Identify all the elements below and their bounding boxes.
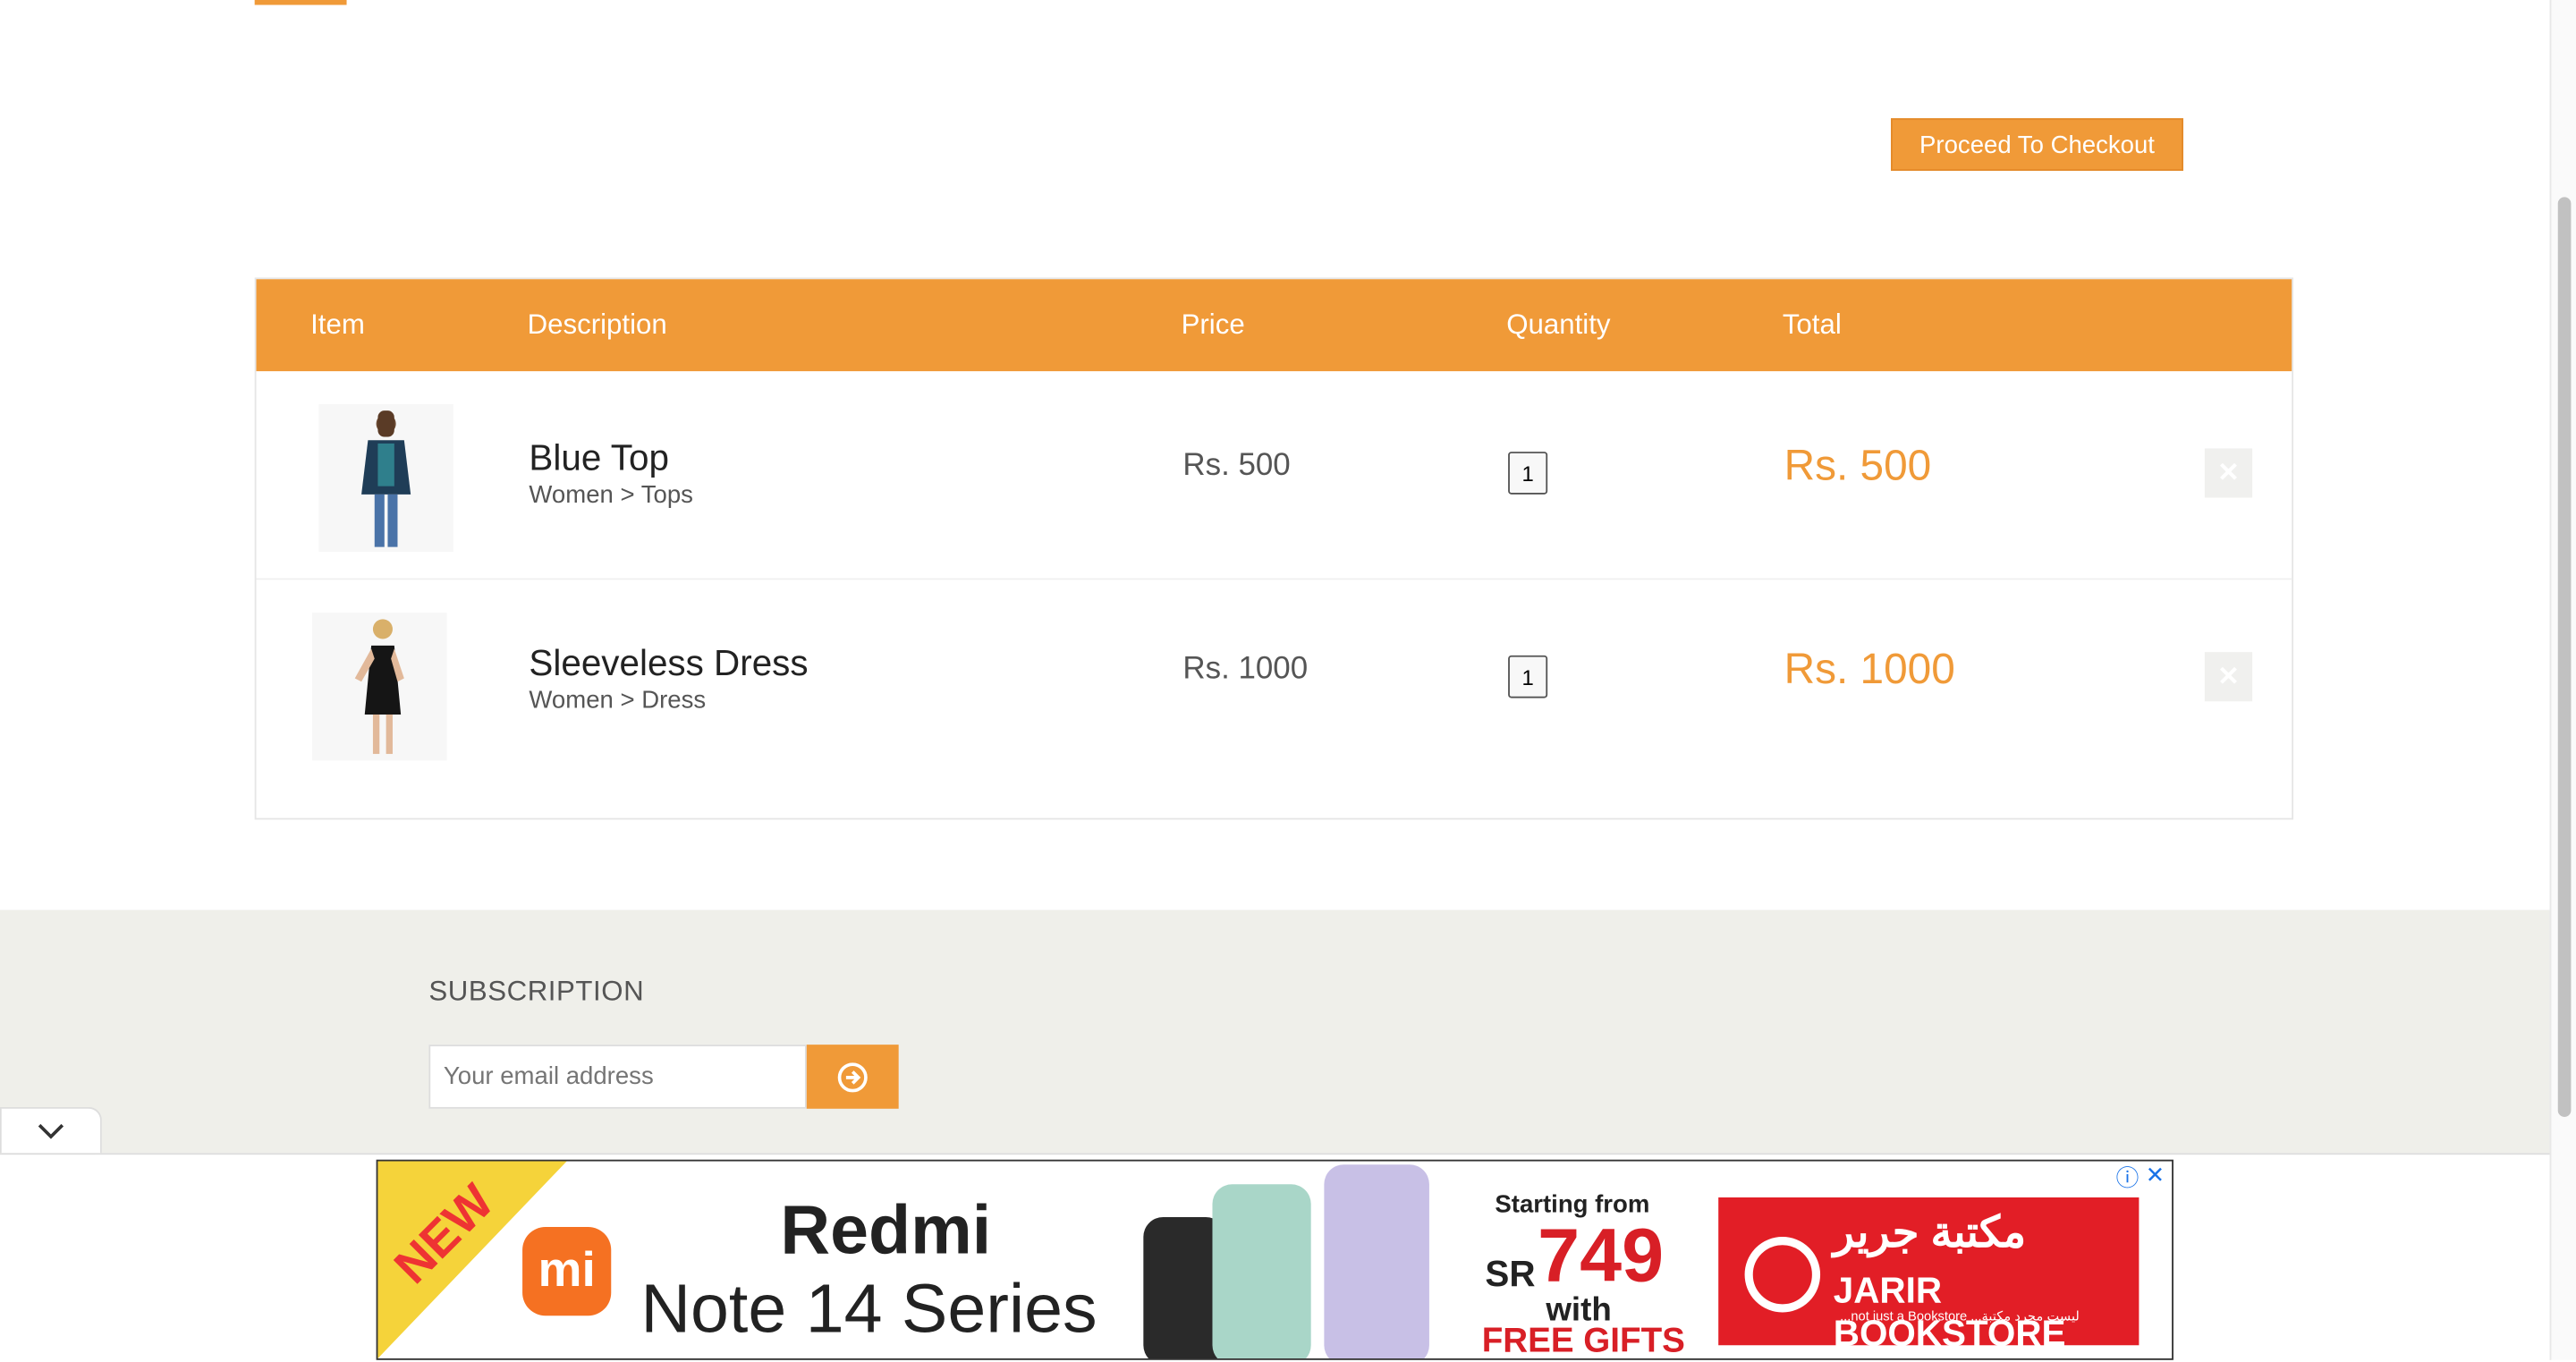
product-image-sleeveless-dress[interactable] <box>311 613 447 761</box>
ad-currency: SR <box>1485 1253 1536 1295</box>
ad-free-gifts: FREE GIFTS <box>1481 1322 1685 1360</box>
ad-title-line2: Note 14 Series <box>640 1269 1097 1348</box>
footer: SUBSCRIPTION <box>0 909 2550 1160</box>
jarir-tagline: ...not just a Bookstore ...ليست مجرد مكت… <box>1840 1308 2080 1324</box>
product-price: Rs. 500 <box>1182 448 1291 483</box>
blue-top-photo <box>361 410 411 547</box>
header-quantity: Quantity <box>1506 309 1611 341</box>
product-total: Rs. 1000 <box>1784 643 1955 694</box>
product-name-link[interactable]: Blue Top <box>529 437 669 480</box>
table-row: Sleeveless Dress Women > Dress Rs. 1000 … <box>257 579 2292 786</box>
delete-item-button[interactable]: ✕ <box>2204 448 2253 498</box>
jarir-arabic-name: مكتبة جرير <box>1833 1206 2026 1257</box>
subscribe-button[interactable] <box>806 1045 899 1109</box>
delete-item-button[interactable]: ✕ <box>2204 652 2253 702</box>
header-total: Total <box>1782 309 1842 341</box>
header-item: Item <box>310 309 365 341</box>
phone-image-green <box>1212 1184 1311 1358</box>
header-price: Price <box>1181 309 1245 341</box>
quantity-box: 1 <box>1508 655 1548 698</box>
table-row: Blue Top Women > Tops Rs. 500 1 Rs. 500 … <box>256 371 2292 580</box>
close-icon: ✕ <box>2217 664 2240 692</box>
scrollbar[interactable] <box>2549 0 2576 1360</box>
subscription-email-input[interactable] <box>428 1045 807 1109</box>
header-description: Description <box>527 309 667 341</box>
product-total: Rs. 500 <box>1784 440 1932 490</box>
subscription-title: SUBSCRIPTION <box>428 975 645 1007</box>
scrollbar-thumb[interactable] <box>2557 197 2572 1117</box>
ad-title-line1: Redmi <box>780 1190 992 1268</box>
ad-price: 749 <box>1538 1212 1665 1298</box>
product-category: Women > Dress <box>529 686 707 715</box>
phone-image-purple <box>1324 1164 1429 1358</box>
collapse-ad-button[interactable] <box>0 1106 102 1154</box>
jarir-bookstore-logo: مكتبة جرير JARIR BOOKSTORE ...not just a… <box>1718 1197 2140 1353</box>
sleeveless-dress-photo <box>354 619 404 755</box>
top-accent-bar <box>254 0 347 5</box>
jarir-emblem-icon <box>1744 1237 1821 1313</box>
product-category: Women > Tops <box>529 481 693 510</box>
arrow-circle-right-icon <box>837 1062 868 1092</box>
product-name-link[interactable]: Sleeveless Dress <box>529 642 808 685</box>
proceed-to-checkout-button[interactable]: Proceed To Checkout <box>1891 118 2183 172</box>
product-image-blue-top[interactable] <box>318 403 453 553</box>
ad-info-icon[interactable]: ⓘ <box>2116 1162 2140 1195</box>
product-price: Rs. 1000 <box>1182 652 1309 687</box>
quantity-box: 1 <box>1508 452 1548 495</box>
chevron-down-icon <box>38 1122 64 1138</box>
mi-logo: mi <box>522 1227 612 1316</box>
advertisement-banner[interactable]: NEW mi Redmi Note 14 Series Starting fro… <box>376 1159 2174 1360</box>
ad-close-icon[interactable]: ✕ <box>2146 1162 2165 1189</box>
cart-table: Item Description Price Quantity Total Bl… <box>254 277 2294 820</box>
close-icon: ✕ <box>2217 460 2240 488</box>
cart-table-header: Item Description Price Quantity Total <box>256 279 2292 372</box>
